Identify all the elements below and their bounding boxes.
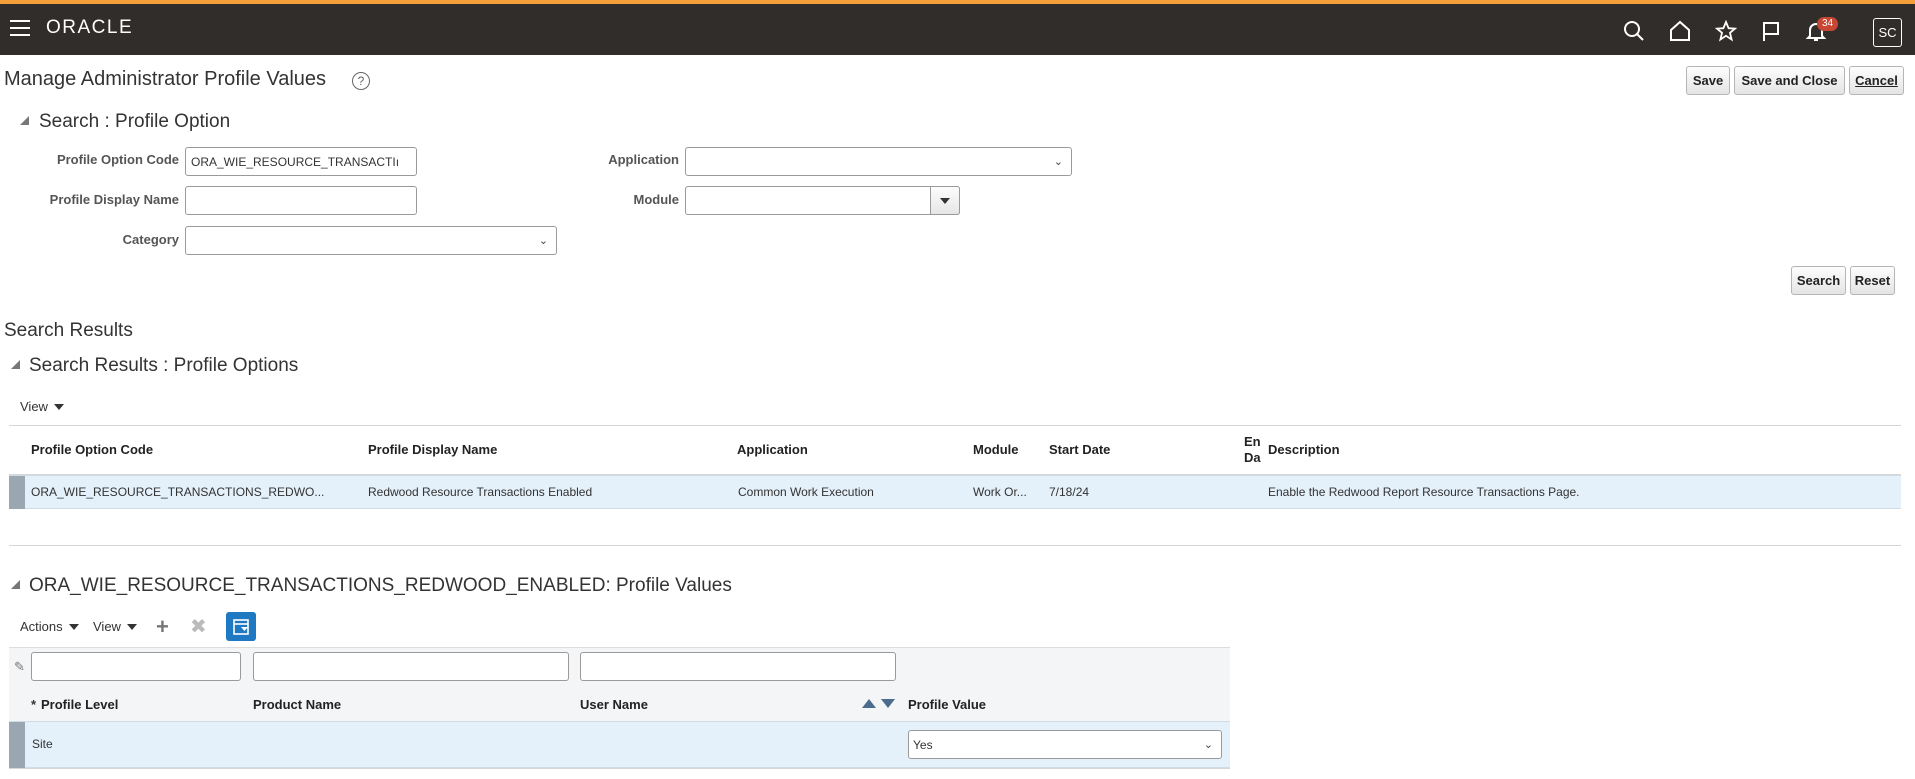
user-avatar[interactable]: SC [1873, 18, 1902, 47]
col-module[interactable]: Module [973, 442, 1019, 457]
col-user-name[interactable]: User Name [580, 697, 648, 712]
col-product-name[interactable]: Product Name [253, 697, 341, 712]
profile-option-code-input[interactable]: ORA_WIE_RESOURCE_TRANSACTIı [185, 147, 417, 176]
values-actions-menu[interactable]: Actions [20, 619, 79, 634]
notification-count-badge: 34 [1817, 17, 1839, 31]
values-table-bottom-border [9, 768, 1230, 769]
cell-profile-level: Site [32, 737, 53, 751]
chevron-down-icon: ⌄ [1053, 156, 1063, 168]
collapse-search-icon[interactable] [20, 116, 29, 125]
page-title: Manage Administrator Profile Values [4, 68, 327, 90]
results-table-bottom-border [9, 545, 1901, 546]
filter-profile-level-input[interactable] [31, 652, 241, 681]
edit-pencil-icon: ✎ [14, 659, 25, 674]
category-select[interactable]: ⌄ [185, 226, 557, 255]
sort-descending-icon[interactable] [881, 699, 895, 708]
col-start-date[interactable]: Start Date [1049, 442, 1110, 457]
view-menu-label: View [20, 399, 48, 414]
col-profile-option-code[interactable]: Profile Option Code [31, 442, 153, 457]
reset-button[interactable]: Reset [1850, 266, 1895, 295]
cell-start-date: 7/18/24 [1049, 485, 1090, 499]
actions-menu-label: Actions [20, 619, 63, 634]
cancel-button[interactable]: Cancel [1849, 66, 1904, 95]
cell-description: Enable the Redwood Report Resource Trans… [1268, 485, 1580, 499]
actions-dropdown-icon [68, 623, 79, 630]
help-icon[interactable]: ? [352, 72, 370, 90]
sort-ascending-icon[interactable] [862, 699, 876, 708]
col-description[interactable]: Description [1268, 442, 1340, 457]
cell-application: Common Work Execution [738, 485, 874, 499]
profile-display-name-label: Profile Display Name [49, 192, 179, 207]
chevron-down-icon: ⌄ [1203, 739, 1213, 751]
collapse-results-icon[interactable] [11, 360, 20, 369]
save-button[interactable]: Save [1686, 66, 1730, 95]
filter-user-name-input[interactable] [580, 652, 896, 681]
global-header: ORACLE 34 SC [0, 0, 1915, 55]
cell-module: Work Or... [973, 485, 1027, 499]
profile-option-code-label: Profile Option Code [56, 152, 179, 167]
delete-row-icon[interactable]: ✖ [190, 614, 207, 639]
save-and-close-button[interactable]: Save and Close [1734, 66, 1845, 95]
oracle-logo[interactable]: ORACLE [46, 17, 133, 39]
search-button[interactable]: Search [1791, 266, 1846, 295]
row-selector[interactable] [9, 476, 25, 509]
results-table-top-border [9, 425, 1901, 426]
col-end-date-line2[interactable]: Da [1244, 450, 1261, 465]
home-icon[interactable] [1667, 18, 1693, 44]
row-selector[interactable] [9, 722, 25, 768]
search-icon[interactable] [1621, 18, 1647, 44]
dropdown-triangle-icon [940, 197, 950, 204]
cell-profile-option-code: ORA_WIE_RESOURCE_TRANSACTIONS_REDWO... [31, 485, 325, 499]
filter-product-name-input[interactable] [253, 652, 569, 681]
module-label: Module [633, 192, 680, 207]
view-dropdown-icon [126, 623, 137, 630]
cell-profile-display-name: Redwood Resource Transactions Enabled [368, 485, 593, 499]
hamburger-menu-icon[interactable] [10, 20, 30, 36]
application-select[interactable]: ⌄ [685, 147, 1072, 176]
add-row-icon[interactable]: + [156, 614, 169, 640]
col-application[interactable]: Application [737, 442, 808, 457]
search-results-heading: Search Results [4, 320, 133, 341]
results-view-menu[interactable]: View [20, 399, 64, 414]
col-end-date-line1[interactable]: En [1244, 434, 1261, 449]
col-profile-value[interactable]: Profile Value [908, 697, 986, 712]
query-by-example-icon[interactable] [226, 612, 256, 641]
chevron-down-icon: ⌄ [538, 235, 548, 247]
col-profile-display-name[interactable]: Profile Display Name [368, 442, 497, 457]
category-label: Category [122, 232, 179, 247]
view-dropdown-icon [53, 403, 64, 410]
search-section-title: Search : Profile Option [39, 111, 231, 132]
view-menu-label: View [93, 619, 121, 634]
values-view-menu[interactable]: View [93, 619, 137, 634]
col-profile-level[interactable]: Profile Level [41, 697, 118, 712]
collapse-values-icon[interactable] [11, 580, 20, 589]
profile-value-select[interactable]: Yes ⌄ [908, 730, 1222, 759]
application-label: Application [608, 152, 679, 167]
module-dropdown-button[interactable] [930, 186, 960, 215]
profile-display-name-input[interactable] [185, 186, 417, 215]
flag-icon[interactable] [1758, 18, 1784, 44]
favorites-star-icon[interactable] [1713, 18, 1739, 44]
values-section-title: ORA_WIE_RESOURCE_TRANSACTIONS_REDWOOD_EN… [29, 575, 732, 596]
module-combobox[interactable] [685, 186, 960, 215]
required-marker: * [31, 697, 37, 712]
results-section-title: Search Results : Profile Options [29, 355, 299, 376]
profile-value-selected: Yes [913, 738, 933, 752]
